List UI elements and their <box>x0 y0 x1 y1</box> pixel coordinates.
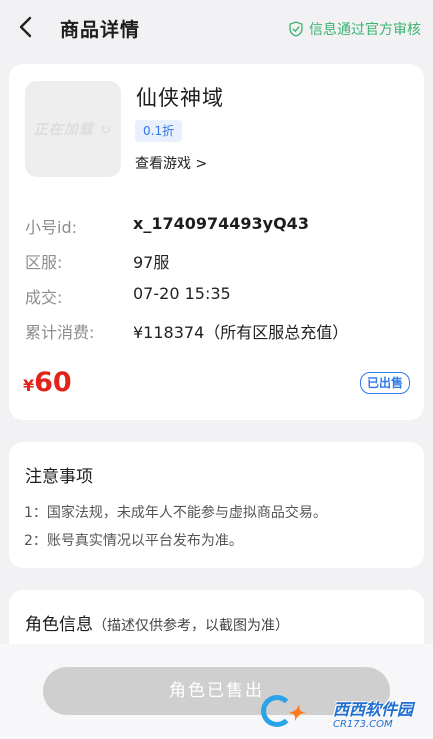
header-bar: 商品详情 信息通过官方审核 <box>0 0 433 56</box>
price: ¥60 <box>23 367 72 398</box>
info-label: 小号id: <box>25 218 77 237</box>
role-subtitle: （描述仅供参考，以截图为准） <box>93 618 289 634</box>
notice-item: 1：国家法规，未成年人不能参与虚拟商品交易。 <box>24 505 327 521</box>
product-card: 正在加载 ↻ 仙侠神域 0.1折 查看游戏 > 小号id: x_17409744… <box>9 64 424 420</box>
notice-item: 2：账号真实情况以平台发布为准。 <box>24 533 243 549</box>
info-label: 成交: <box>25 288 63 307</box>
info-label: 区服: <box>25 253 63 272</box>
view-game-link[interactable]: 查看游戏 > <box>135 153 207 173</box>
notice-title: 注意事项 <box>25 467 93 487</box>
info-value: x_1740974493yQ43 <box>133 214 309 233</box>
page-title: 商品详情 <box>60 19 141 41</box>
info-label: 累计消费: <box>25 323 95 342</box>
status-badge: 已出售 <box>359 372 410 394</box>
back-arrow-icon[interactable] <box>14 14 40 40</box>
bottom-action-bar: 角色已售出 ✦ 西西软件园 CR173.COM <box>0 644 433 739</box>
game-name: 仙侠神域 <box>136 86 224 110</box>
role-title-text: 角色信息 <box>25 615 93 635</box>
watermark-logo: ✦ 西西软件园 CR173.COM <box>260 693 413 733</box>
verified-text: 信息通过官方审核 <box>309 22 421 38</box>
price-value: 60 <box>34 367 72 398</box>
role-info-title: 角色信息（描述仅供参考，以截图为准） <box>25 610 289 635</box>
info-value: 07-20 15:35 <box>133 284 231 303</box>
price-currency: ¥ <box>23 376 35 395</box>
watermark-domain: CR173.COM <box>332 719 393 730</box>
game-thumbnail[interactable]: 正在加载 ↻ <box>25 81 121 177</box>
discount-badge: 0.1折 <box>135 120 183 142</box>
thumbnail-loading-text: 正在加载 ↻ <box>33 122 113 138</box>
watermark-c-icon: ✦ <box>260 693 331 733</box>
notice-card: 注意事项 1：国家法规，未成年人不能参与虚拟商品交易。 2：账号真实情况以平台发… <box>9 442 424 568</box>
shield-check-icon <box>289 21 303 37</box>
info-value: ¥118374（所有区服总充值） <box>133 323 349 342</box>
verified-notice: 信息通过官方审核 <box>288 19 421 39</box>
watermark-name: 西西软件园 <box>332 700 413 719</box>
info-value: 97服 <box>133 253 170 272</box>
